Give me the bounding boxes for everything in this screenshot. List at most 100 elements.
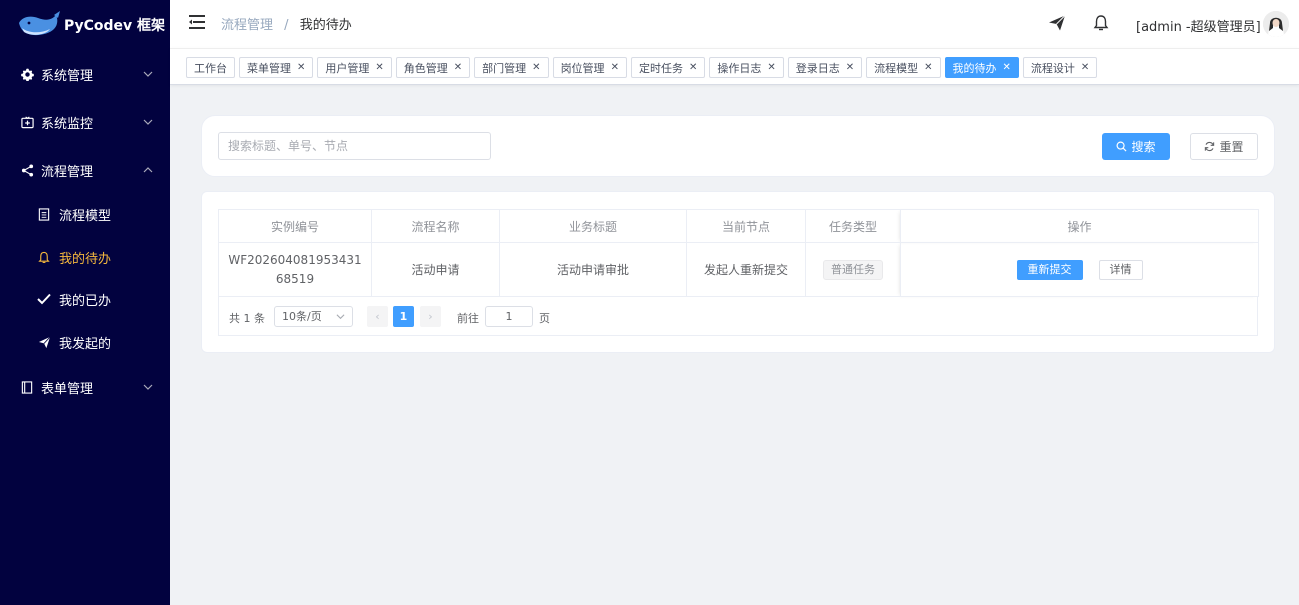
tag-label: 用户管理 [325, 61, 370, 75]
sidebar-item-system-management[interactable]: 系统管理 [0, 52, 170, 96]
tag-operation-log[interactable]: 操作日志 ✕ [709, 57, 784, 78]
tag-login-log[interactable]: 登录日志 ✕ [787, 57, 863, 78]
close-icon[interactable]: ✕ [1003, 62, 1011, 73]
instance-no-cell: WF20260408195343168519 [218, 242, 372, 297]
tag-my-todo[interactable]: 我的待办 ✕ [944, 57, 1019, 78]
tags-list: 工作台 菜单管理 ✕ 用户管理 ✕ 角色管理 ✕ 部门管理 ✕ 岗位管理 ✕ 定时任务 ✕ … [186, 57, 1098, 78]
avatar[interactable] [1263, 11, 1289, 37]
task-type-tag: 普通任务 [823, 259, 883, 280]
tag-label: 角色管理 [403, 61, 448, 75]
page-size-value: 10条/页 [282, 310, 322, 323]
logo[interactable]: PyCodev 框架 [0, 0, 170, 50]
bell-icon [37, 250, 51, 264]
table-header-row: 实例编号 流程名称 业务标题 当前节点 任务类型 操作 [218, 209, 1259, 243]
close-icon[interactable]: ✕ [454, 62, 462, 73]
sidebar-subitem-my-initiated[interactable]: 我发起的 [0, 322, 170, 362]
reset-button[interactable]: 重置 [1190, 133, 1258, 160]
close-icon[interactable]: ✕ [532, 62, 540, 73]
pagination-total: 共 1 条 [229, 312, 265, 325]
breadcrumb: 流程管理 / 我的待办 [221, 14, 352, 33]
close-icon[interactable]: ✕ [297, 62, 305, 73]
tag-department-management[interactable]: 部门管理 ✕ [474, 57, 549, 78]
tag-label: 我的待办 [952, 61, 997, 75]
form-icon [20, 380, 34, 394]
column-header: 业务标题 [499, 209, 687, 243]
chevron-down-icon [143, 119, 153, 125]
tag-label: 流程设计 [1030, 61, 1075, 75]
goto-page-input[interactable] [485, 306, 533, 327]
chevron-down-icon [336, 314, 345, 320]
tag-menu-management[interactable]: 菜单管理 ✕ [239, 57, 314, 78]
page-number-current[interactable]: 1 [393, 306, 414, 327]
prev-page-button[interactable]: ‹ [367, 306, 388, 327]
whale-logo-icon [19, 11, 60, 36]
search-input[interactable] [218, 132, 491, 160]
search-card: 搜索 重置 [201, 115, 1275, 177]
detail-button[interactable]: 详情 [1098, 259, 1143, 280]
tag-label: 定时任务 [638, 61, 683, 75]
next-page-button[interactable]: › [420, 306, 441, 327]
close-icon[interactable]: ✕ [1081, 62, 1089, 73]
check-icon [37, 292, 51, 306]
logo-text: PyCodev 框架 [64, 18, 166, 34]
column-header: 实例编号 [218, 209, 372, 243]
tag-label: 操作日志 [717, 61, 762, 75]
close-icon[interactable]: ✕ [375, 62, 383, 73]
sidebar-item-label: 系统监控 [41, 116, 94, 132]
tag-user-management[interactable]: 用户管理 ✕ [317, 57, 392, 78]
search-icon [1116, 141, 1127, 152]
sidebar-item-process-management[interactable]: 流程管理 [0, 148, 170, 192]
column-header: 当前节点 [686, 209, 806, 243]
close-icon[interactable]: ✕ [924, 62, 932, 73]
chevron-right-icon: › [428, 310, 433, 323]
current-node-cell: 发起人重新提交 [686, 242, 806, 297]
sidebar-subitem-label: 我发起的 [59, 336, 112, 352]
tag-process-model[interactable]: 流程模型 ✕ [866, 57, 941, 78]
monitor-icon [20, 115, 34, 129]
column-header: 操作 [900, 209, 1259, 243]
chevron-left-icon: ‹ [375, 310, 380, 323]
user-label[interactable]: [admin -超级管理员] [1136, 16, 1261, 35]
table-row: WF20260408195343168519 活动申请 活动申请审批 发起人重新… [218, 242, 1259, 297]
tag-label: 部门管理 [482, 61, 527, 75]
close-icon[interactable]: ✕ [846, 62, 854, 73]
sidebar-item-form-management[interactable]: 表单管理 [0, 365, 170, 409]
sidebar-item-label: 流程管理 [41, 164, 94, 180]
hamburger-menu-icon[interactable] [189, 15, 205, 29]
sidebar: PyCodev 框架 系统管理 系统监控 流程管理 流程模型 我的待办 我的已办… [0, 0, 170, 605]
close-icon[interactable]: ✕ [767, 62, 775, 73]
tag-label: 工作台 [194, 61, 227, 75]
sidebar-item-system-monitor[interactable]: 系统监控 [0, 100, 170, 144]
breadcrumb-item[interactable]: 流程管理 [221, 18, 273, 33]
sidebar-subitem-label: 流程模型 [59, 208, 112, 224]
tag-process-design[interactable]: 流程设计 ✕ [1022, 57, 1098, 78]
business-title-cell: 活动申请审批 [499, 242, 687, 297]
sidebar-subitem-label: 我的已办 [59, 293, 112, 309]
send-icon[interactable] [1048, 14, 1066, 32]
refresh-icon [1205, 141, 1215, 152]
tag-label: 岗位管理 [560, 61, 605, 75]
tags-view-bar: 工作台 菜单管理 ✕ 用户管理 ✕ 角色管理 ✕ 部门管理 ✕ 岗位管理 ✕ 定时任务 ✕ … [170, 48, 1299, 85]
tag-post-management[interactable]: 岗位管理 ✕ [552, 57, 627, 78]
column-header: 流程名称 [371, 209, 500, 243]
resubmit-button[interactable]: 重新提交 [1016, 259, 1083, 280]
sidebar-item-label: 系统管理 [41, 68, 94, 84]
close-icon[interactable]: ✕ [689, 62, 697, 73]
top-header: 流程管理 / 我的待办 [admin -超级管理员] [170, 0, 1299, 48]
task-type-cell: 普通任务 [805, 242, 901, 297]
sidebar-subitem-process-model[interactable]: 流程模型 [0, 194, 170, 234]
share-icon [20, 163, 34, 177]
sidebar-subitem-my-done[interactable]: 我的已办 [0, 279, 170, 319]
todo-table: 实例编号 流程名称 业务标题 当前节点 任务类型 操作 WF2026040819… [218, 209, 1259, 297]
sidebar-subitem-my-todo[interactable]: 我的待办 [0, 237, 170, 277]
tag-scheduled-tasks[interactable]: 定时任务 ✕ [630, 57, 706, 78]
reset-button-label: 重置 [1219, 140, 1244, 154]
chevron-down-icon [143, 71, 153, 77]
page-size-select[interactable]: 10条/页 [274, 306, 353, 327]
bell-icon[interactable] [1092, 14, 1110, 32]
search-button[interactable]: 搜索 [1102, 133, 1170, 160]
tag-role-management[interactable]: 角色管理 ✕ [395, 57, 471, 78]
table-card: 实例编号 流程名称 业务标题 当前节点 任务类型 操作 WF2026040819… [201, 191, 1275, 353]
tag-workbench[interactable]: 工作台 [186, 57, 235, 78]
close-icon[interactable]: ✕ [611, 62, 619, 73]
